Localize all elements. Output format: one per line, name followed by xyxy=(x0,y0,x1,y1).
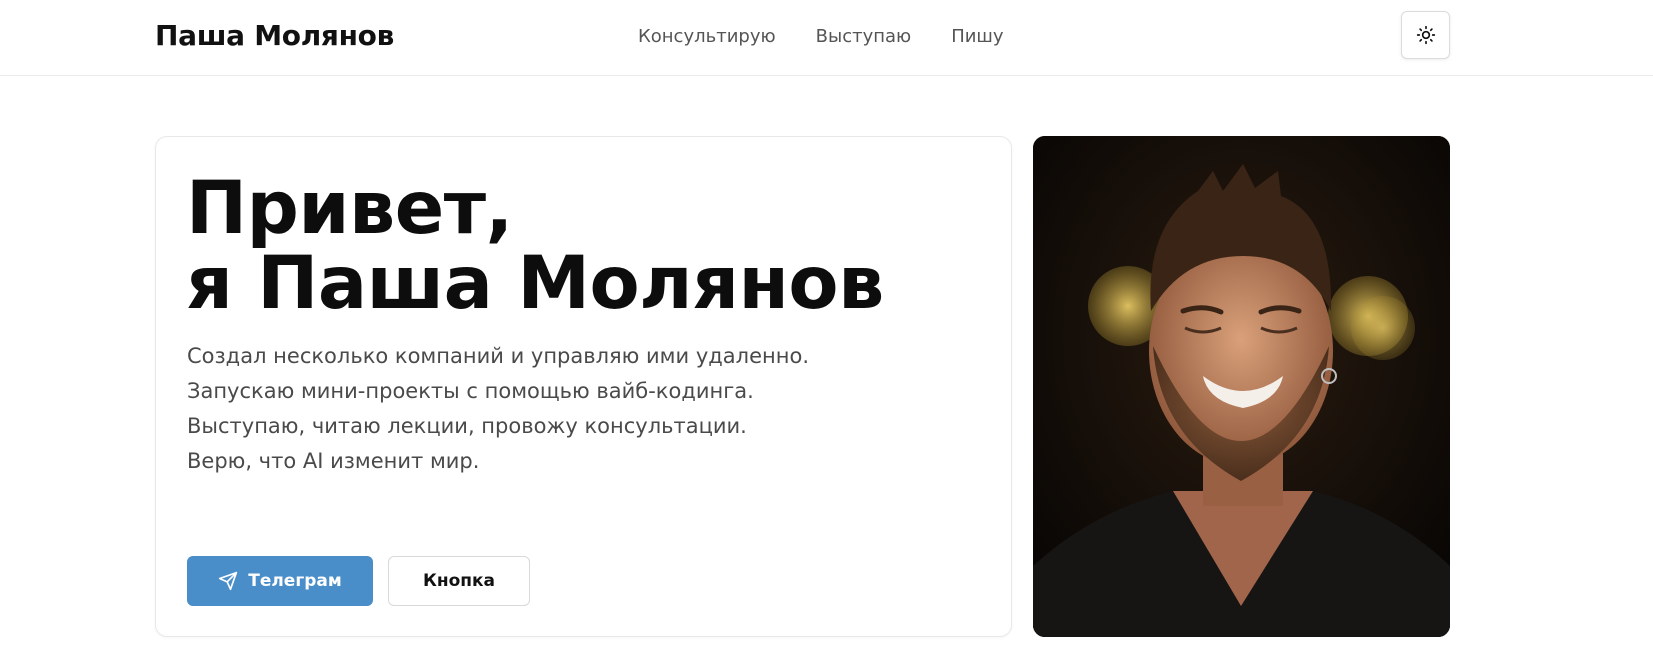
site-header: Паша Молянов Консультирую Выступаю Пишу xyxy=(0,0,1653,76)
hero-paragraph-3: Выступаю, читаю лекции, провожу консульт… xyxy=(187,414,747,438)
telegram-button-label: Телеграм xyxy=(248,571,342,591)
hero-paragraph-2: Запускаю мини-проекты с помощью вайб-код… xyxy=(187,379,754,403)
hero-description: Создал несколько компаний и управляю ими… xyxy=(187,339,809,479)
hero-title-line-1: Привет, xyxy=(186,166,513,251)
sun-icon xyxy=(1416,25,1435,45)
paper-plane-icon xyxy=(219,571,238,591)
nav-link-consulting[interactable]: Консультирую xyxy=(638,26,776,47)
main-nav: Консультирую Выступаю Пишу xyxy=(638,26,1004,47)
profile-photo xyxy=(1033,136,1450,637)
nav-link-writing[interactable]: Пишу xyxy=(951,26,1003,47)
hero-title-line-2: я Паша Молянов xyxy=(186,241,884,326)
hero-card: Привет, я Паша Молянов Создал несколько … xyxy=(155,136,1012,637)
nav-link-speaking[interactable]: Выступаю xyxy=(816,26,912,47)
secondary-button[interactable]: Кнопка xyxy=(388,556,530,606)
site-logo[interactable]: Паша Молянов xyxy=(155,19,394,52)
theme-toggle-button[interactable] xyxy=(1401,11,1450,59)
hero-title: Привет, я Паша Молянов xyxy=(186,171,884,321)
telegram-button[interactable]: Телеграм xyxy=(187,556,373,606)
hero-paragraph-1: Создал несколько компаний и управляю ими… xyxy=(187,344,809,368)
hero-paragraph-4: Верю, что AI изменит мир. xyxy=(187,449,480,473)
